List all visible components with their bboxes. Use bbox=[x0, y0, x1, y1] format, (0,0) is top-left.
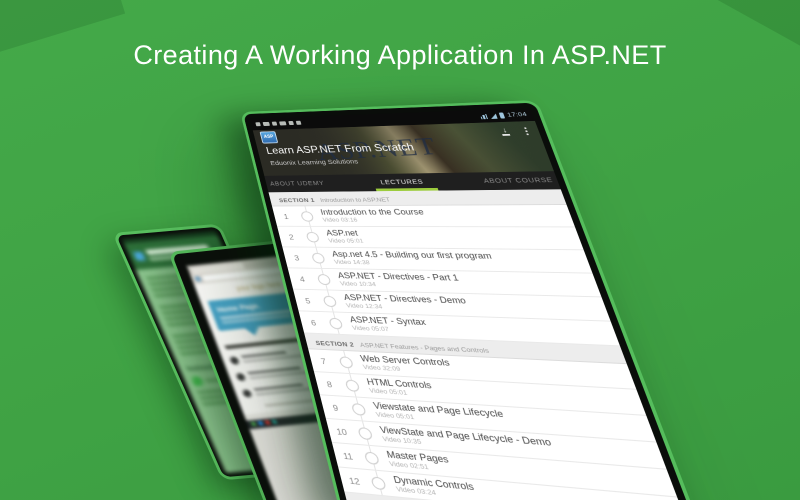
progress-circle-icon bbox=[299, 210, 315, 222]
lecture-number: 8 bbox=[325, 378, 333, 389]
promo-canvas: Creating A Working Application In ASP.NE… bbox=[0, 0, 800, 500]
battery-icon bbox=[498, 112, 506, 119]
lecture-number: 3 bbox=[293, 253, 301, 262]
progress-circle-icon bbox=[363, 450, 380, 465]
tab-lectures[interactable]: LECTURES bbox=[380, 179, 424, 186]
lecture-number: 11 bbox=[341, 450, 354, 462]
progress-circle-icon bbox=[310, 252, 326, 264]
signal-icon bbox=[479, 113, 489, 119]
progress-circle-icon bbox=[350, 402, 367, 416]
clock: 17:04 bbox=[506, 111, 529, 119]
lecture-number: 9 bbox=[331, 402, 340, 413]
lecture-number: 10 bbox=[335, 425, 348, 437]
notification-icons bbox=[255, 120, 302, 127]
lecture-duration: Video 10:34 bbox=[339, 280, 377, 289]
lecture-duration: Video 03:16 bbox=[322, 217, 359, 224]
lecture-number: 5 bbox=[304, 295, 312, 305]
banner-notch bbox=[244, 326, 262, 337]
lecture-number: 1 bbox=[282, 211, 290, 221]
progress-circle-icon bbox=[357, 426, 374, 440]
lecture-title: ASP.net bbox=[325, 228, 359, 238]
progress-circle-icon bbox=[344, 378, 361, 392]
app-icon bbox=[132, 251, 146, 261]
eduonix-logo-icon bbox=[190, 375, 205, 387]
lecture-number: 2 bbox=[287, 232, 295, 241]
progress-circle-icon bbox=[322, 295, 338, 307]
overflow-menu-icon[interactable] bbox=[523, 127, 527, 130]
lecture-list: SECTION 1 Introduction to ASP.NET 1 Introdu… bbox=[268, 189, 697, 500]
progress-circle-icon bbox=[316, 273, 332, 285]
section-header: SECTION 1 Introduction to ASP.NET bbox=[268, 189, 567, 207]
course-header: ASP.NET ASP Learn ASP.NET From Scratch E… bbox=[252, 120, 554, 176]
download-icon[interactable]: ↓ bbox=[500, 126, 511, 136]
tab-about-udemy[interactable]: ABOUT UDEMY bbox=[269, 180, 325, 187]
lecture-number: 7 bbox=[319, 355, 327, 366]
lecture-duration: Video 05:01 bbox=[327, 238, 365, 245]
lecture-number: 4 bbox=[298, 274, 306, 284]
tab-about-course[interactable]: ABOUT COURSE bbox=[483, 177, 554, 184]
progress-circle-icon bbox=[328, 317, 344, 329]
lecture-number: 12 bbox=[347, 474, 361, 487]
progress-circle-icon bbox=[338, 355, 354, 369]
progress-circle-icon bbox=[305, 231, 320, 242]
lecture-row[interactable]: 1 Introduction to the Course Video 03:16 bbox=[272, 204, 576, 228]
wifi-icon bbox=[489, 113, 498, 119]
headline: Creating A Working Application In ASP.NE… bbox=[133, 40, 667, 70]
suggest-text-placeholder bbox=[224, 337, 301, 349]
back-icon bbox=[193, 275, 203, 283]
lecture-number: 6 bbox=[309, 317, 317, 327]
progress-circle-icon bbox=[370, 475, 387, 490]
app-icon: ASP bbox=[259, 131, 279, 144]
lecture-title: Introduction to the Course bbox=[319, 207, 425, 217]
lecture-duration: Video 14:38 bbox=[333, 259, 371, 267]
